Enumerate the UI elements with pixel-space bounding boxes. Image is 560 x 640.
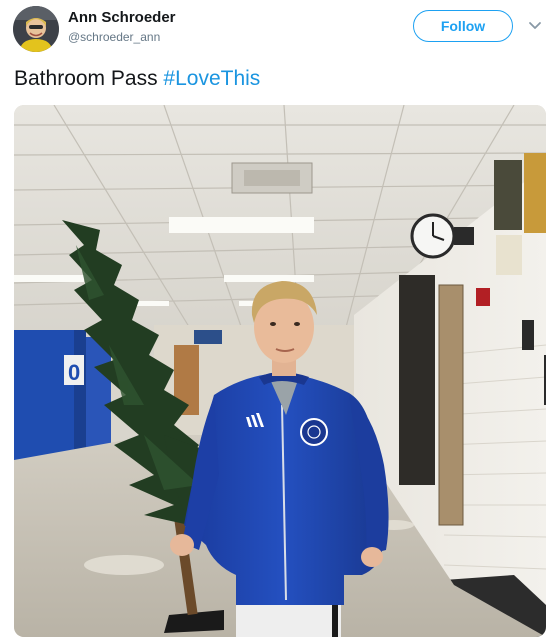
photo-illustration: 0: [14, 105, 546, 637]
avatar-image: [13, 6, 59, 52]
author-name[interactable]: Ann Schroeder: [68, 9, 176, 27]
chevron-down-icon[interactable]: [528, 20, 542, 32]
hashtag-link[interactable]: #LoveThis: [163, 67, 260, 90]
follow-button[interactable]: Follow: [413, 10, 513, 42]
avatar[interactable]: [13, 6, 59, 52]
tweet-header: Ann Schroeder @schroeder_ann Follow: [0, 0, 560, 56]
tweet-card: Ann Schroeder @schroeder_ann Follow Bath…: [0, 0, 560, 640]
author-handle[interactable]: @schroeder_ann: [68, 29, 176, 45]
tweet-photo[interactable]: 0: [14, 105, 546, 637]
tweet-body: Bathroom Pass: [14, 67, 158, 90]
tweet-text: Bathroom Pass #LoveThis: [14, 64, 260, 94]
locker-number: 0: [68, 360, 80, 385]
author-block: Ann Schroeder @schroeder_ann: [68, 9, 176, 45]
